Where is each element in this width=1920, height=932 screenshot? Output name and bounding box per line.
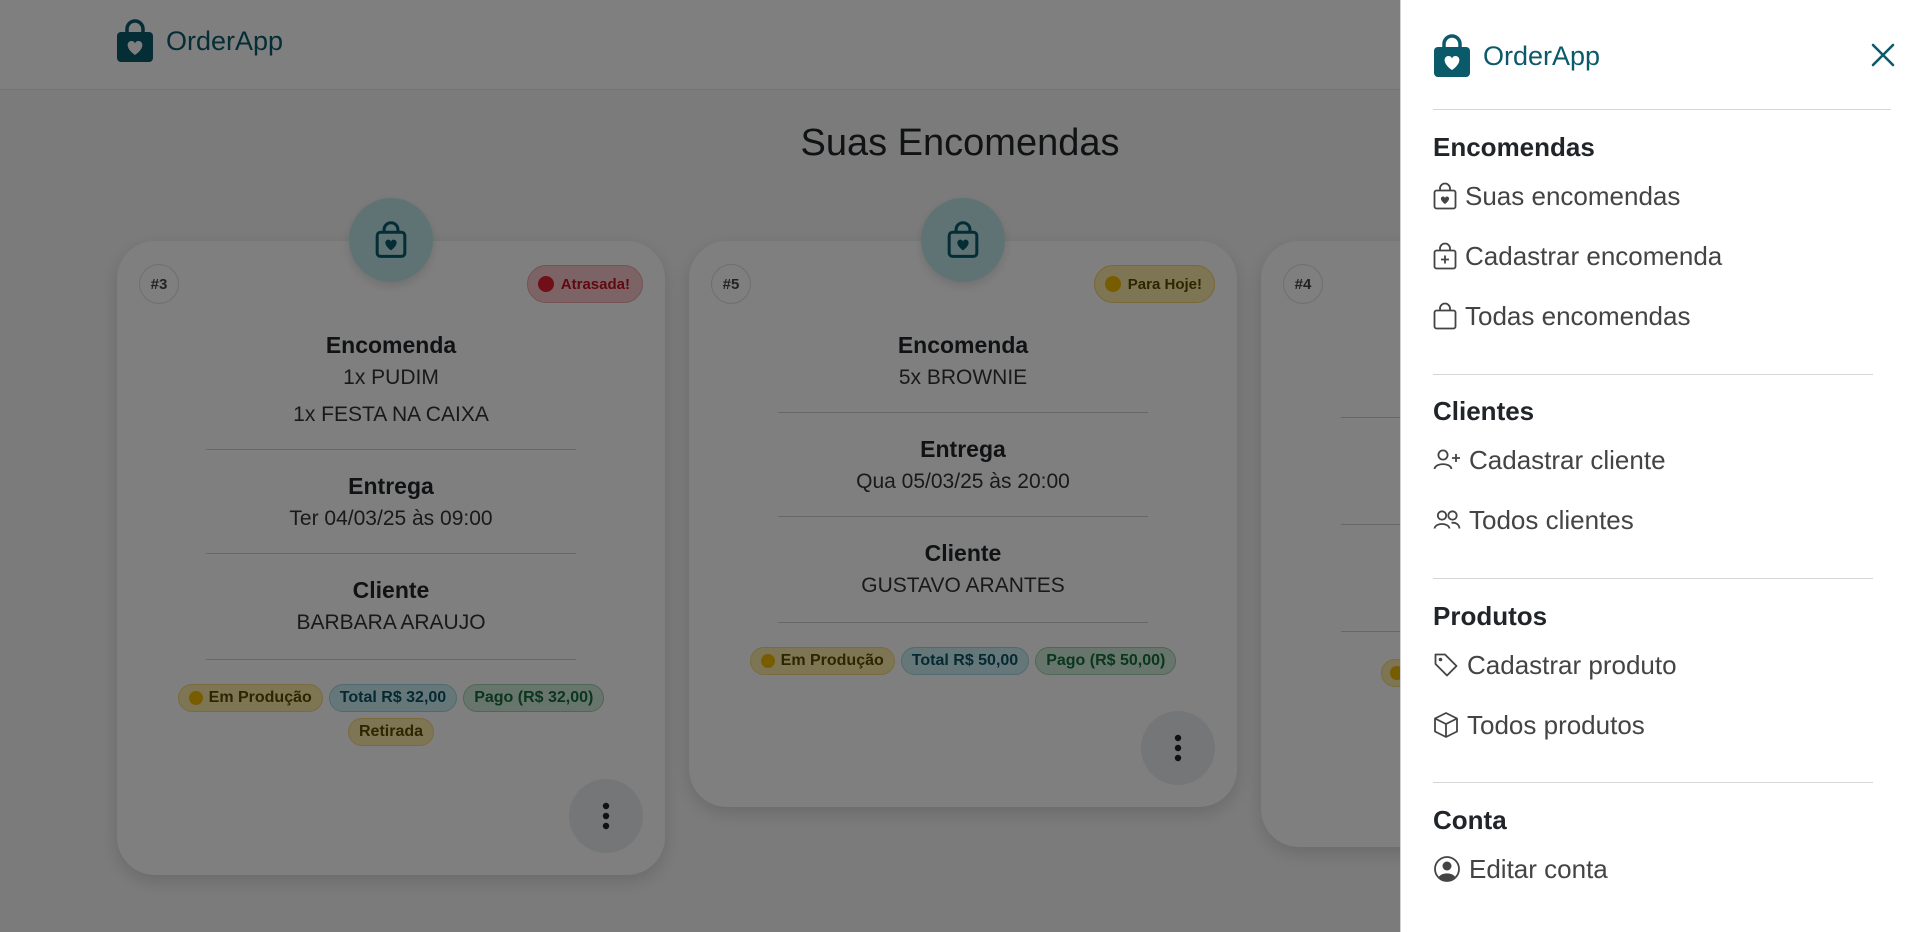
close-menu-button[interactable] [1866,38,1900,72]
divider [1433,578,1873,579]
menu-group-account: Conta Editar conta [1433,801,1873,899]
menu-item-label: Cadastrar encomenda [1465,240,1723,271]
menu-item-all-products[interactable]: Todos produtos [1433,695,1873,755]
menu-heading-clients: Clientes [1433,396,1535,426]
menu-group-orders: Encomendas Suas encomendas Cadastrar enc… [1433,128,1873,346]
menu-item-label: Editar conta [1469,853,1608,884]
person-plus-icon [1433,449,1460,470]
menu-item-label: Todos produtos [1467,709,1645,740]
menu-item-register-client[interactable]: Cadastrar cliente [1433,430,1873,490]
offcanvas-menu: OrderApp Encomendas Suas encomendas Cada… [1400,0,1920,932]
close-icon [1871,43,1895,67]
menu-item-label: Cadastrar cliente [1469,444,1666,475]
menu-heading-account: Conta [1433,805,1507,835]
menu-heading-products: Produtos [1433,601,1548,631]
box-icon [1434,712,1458,738]
bag-plus-icon [1433,242,1457,270]
bag-icon [1433,302,1457,330]
menu-item-all-clients[interactable]: Todos clientes [1433,490,1873,550]
bag-heart-icon [1433,182,1457,210]
person-circle-icon [1434,856,1460,882]
menu-item-all-orders[interactable]: Todas encomendas [1433,286,1873,346]
tag-icon [1434,653,1458,677]
brand-name: OrderApp [1483,40,1601,71]
people-icon [1433,510,1461,529]
shopping-bag-heart-icon [1434,34,1470,77]
menu-item-your-orders[interactable]: Suas encomendas [1433,166,1873,226]
menu-item-register-order[interactable]: Cadastrar encomenda [1433,226,1873,286]
menu-item-register-product[interactable]: Cadastrar produto [1433,635,1873,695]
menu-item-label: Cadastrar produto [1467,649,1677,680]
divider [1433,374,1873,375]
menu-item-edit-account[interactable]: Editar conta [1433,839,1873,899]
menu-item-label: Suas encomendas [1465,180,1681,211]
menu-item-label: Todas encomendas [1465,300,1691,331]
menu-item-label: Todos clientes [1469,504,1634,535]
menu-group-clients: Clientes Cadastrar cliente Todos cliente… [1433,392,1873,550]
divider [1433,782,1873,783]
menu-heading-orders: Encomendas [1433,132,1595,162]
menu-group-products: Produtos Cadastrar produto Todos produto… [1433,597,1873,755]
divider [1433,109,1891,110]
menu-brand[interactable]: OrderApp [1433,34,1600,78]
